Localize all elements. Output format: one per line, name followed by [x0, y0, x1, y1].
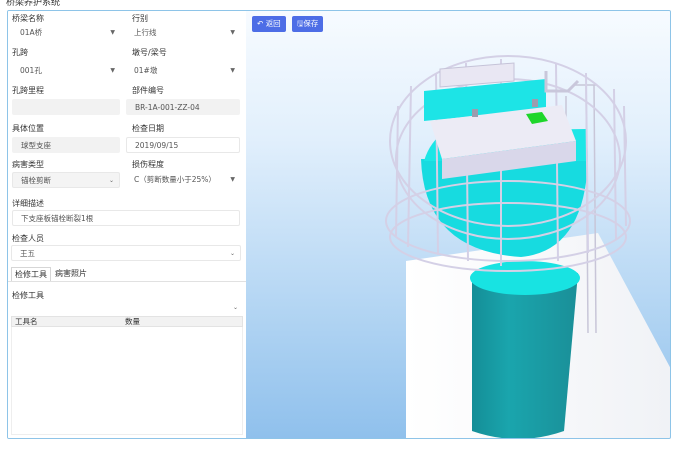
span-mileage-field: [12, 99, 120, 115]
pier-column: [472, 273, 578, 438]
span-mileage-label: 孔跨里程: [12, 86, 44, 95]
part-code-label: 部件编号: [132, 86, 164, 95]
span-label: 孔跨: [12, 48, 28, 57]
inspection-form: 桥梁名称 01A桥 ▼ 行别 上行线 ▼ 孔跨 001孔 ▼ 墩号/梁号 01#墩 ▼ …: [8, 11, 246, 438]
tools-table-body: [11, 327, 243, 435]
location-field: 球型支座: [12, 137, 120, 153]
bridge-name-select[interactable]: 01A桥 ▼: [12, 25, 120, 41]
inspector-select[interactable]: 王五 ⌄: [11, 245, 241, 261]
line-label: 行别: [132, 14, 148, 23]
page-header-strip: 桥梁养护系统: [0, 0, 681, 10]
line-select[interactable]: 上行线 ▼: [126, 25, 240, 41]
description-field[interactable]: 下支座板锚栓断裂1根: [12, 210, 240, 226]
chevron-down-icon: ▼: [110, 29, 115, 36]
inspector-label: 检查人员: [12, 234, 44, 243]
chevron-down-icon: ▼: [230, 29, 235, 36]
pier-beam-label: 墩号/梁号: [132, 48, 167, 57]
line-value: 上行线: [134, 28, 157, 37]
tools-select[interactable]: ⌄: [11, 302, 243, 314]
tab-tools[interactable]: 检修工具: [11, 267, 51, 281]
damage-type-select[interactable]: 锚栓剪断 ⌄: [12, 172, 120, 188]
column-tool-name: 工具名: [15, 317, 38, 326]
undo-arrow-icon: ↶: [257, 19, 264, 28]
pier-3d-model[interactable]: [246, 11, 671, 439]
inspect-date-field[interactable]: 2019/09/15: [126, 137, 240, 153]
pier-beam-value: 01#墩: [134, 66, 158, 75]
description-label: 详细描述: [12, 199, 44, 208]
damage-level-select[interactable]: C（剪断数量小于25%） ▼: [126, 172, 240, 188]
inspector-value: 王五: [20, 249, 35, 258]
damage-type-value: 锚栓剪断: [21, 176, 51, 185]
back-button-label: 返回: [265, 19, 281, 28]
chevron-down-icon: ⌄: [232, 304, 238, 311]
tools-table-header: 工具名 数量: [11, 316, 243, 327]
span-select[interactable]: 001孔 ▼: [12, 63, 120, 79]
save-button-label: 保存: [303, 19, 319, 28]
chevron-down-icon: ⌄: [229, 250, 235, 257]
location-label: 具体位置: [12, 124, 44, 133]
span-value: 001孔: [20, 66, 42, 75]
column-quantity: 数量: [125, 317, 140, 326]
bridge-name-value: 01A桥: [20, 28, 43, 37]
inspect-date-label: 检查日期: [132, 124, 164, 133]
app-window: 桥梁名称 01A桥 ▼ 行别 上行线 ▼ 孔跨 001孔 ▼ 墩号/梁号 01#墩 ▼ …: [7, 10, 671, 439]
tab-divider: [8, 281, 246, 282]
tab-damage-photos[interactable]: 病害照片: [52, 267, 92, 281]
save-button[interactable]: 🖫保存: [292, 16, 324, 32]
tools-label: 检修工具: [12, 291, 44, 300]
pier-beam-select[interactable]: 01#墩 ▼: [126, 63, 240, 79]
chevron-down-icon: ⌄: [108, 177, 114, 184]
page-header-text: 桥梁养护系统: [6, 0, 61, 8]
damage-level-value: C（剪断数量小于25%）: [134, 175, 216, 184]
damage-level-label: 损伤程度: [132, 160, 164, 169]
chevron-down-icon: ▼: [230, 176, 235, 183]
model-viewer[interactable]: ↶ 返回 🖫保存: [246, 11, 671, 439]
chevron-down-icon: ▼: [230, 67, 235, 74]
chevron-down-icon: ▼: [110, 67, 115, 74]
part-code-field: BR-1A-001-ZZ-04: [126, 99, 240, 115]
bridge-name-label: 桥梁名称: [12, 14, 44, 23]
damage-type-label: 病害类型: [12, 160, 44, 169]
back-button[interactable]: ↶ 返回: [252, 16, 286, 32]
